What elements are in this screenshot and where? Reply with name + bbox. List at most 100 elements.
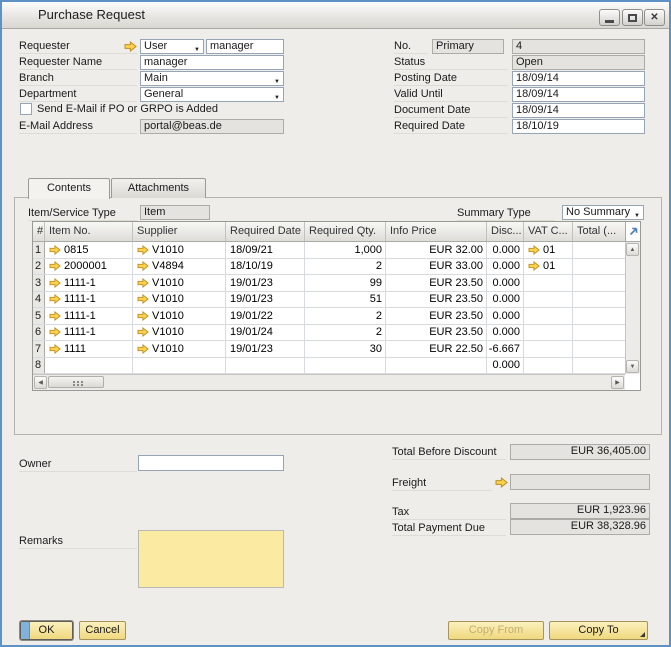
table-cell[interactable]: [573, 325, 625, 341]
title-bar[interactable]: Purchase Request ✕: [2, 2, 669, 29]
table-cell[interactable]: [573, 341, 625, 357]
column-header[interactable]: Item No.: [45, 222, 133, 241]
table-cell[interactable]: 1111: [45, 341, 133, 357]
column-header[interactable]: VAT C...: [524, 222, 573, 241]
table-cell[interactable]: [45, 358, 133, 374]
table-cell[interactable]: EUR 33.00: [386, 259, 487, 275]
column-header[interactable]: #: [33, 222, 45, 241]
table-cell[interactable]: [226, 358, 305, 374]
table-row[interactable]: 31111-1V101019/01/2399EUR 23.500.000: [33, 275, 625, 292]
requester-name-input[interactable]: manager: [140, 55, 284, 70]
table-cell[interactable]: 01: [524, 242, 573, 258]
table-cell[interactable]: 01: [524, 259, 573, 275]
table-cell[interactable]: -6.667: [487, 341, 524, 357]
table-row[interactable]: 10815V101018/09/211,000EUR 32.000.00001: [33, 242, 625, 259]
no-series-field[interactable]: Primary: [432, 39, 504, 54]
table-cell[interactable]: [386, 358, 487, 374]
table-cell[interactable]: 1111-1: [45, 292, 133, 308]
table-cell[interactable]: 19/01/23: [226, 341, 305, 357]
send-email-checkbox[interactable]: [20, 103, 32, 115]
table-cell[interactable]: V1010: [133, 341, 226, 357]
table-cell[interactable]: [524, 325, 573, 341]
remarks-textarea[interactable]: [138, 530, 284, 588]
table-cell[interactable]: EUR 23.50: [386, 308, 487, 324]
maximize-button[interactable]: [622, 9, 643, 26]
table-cell[interactable]: [573, 275, 625, 291]
table-cell[interactable]: 1111-1: [45, 308, 133, 324]
table-cell[interactable]: 2: [305, 259, 386, 275]
table-cell[interactable]: EUR 23.50: [386, 292, 487, 308]
table-cell[interactable]: V1010: [133, 308, 226, 324]
table-cell[interactable]: EUR 23.50: [386, 275, 487, 291]
table-cell[interactable]: 19/01/23: [226, 292, 305, 308]
table-cell[interactable]: 1,000: [305, 242, 386, 258]
scroll-down-button[interactable]: ▼: [626, 360, 639, 373]
table-cell[interactable]: EUR 22.50: [386, 341, 487, 357]
table-cell[interactable]: [573, 358, 625, 374]
table-cell[interactable]: 19/01/24: [226, 325, 305, 341]
table-cell[interactable]: 18/09/21: [226, 242, 305, 258]
table-cell[interactable]: 5: [33, 308, 45, 324]
column-header[interactable]: Total (...: [573, 222, 625, 241]
tab-contents[interactable]: Contents: [28, 178, 110, 199]
owner-input[interactable]: [138, 455, 284, 471]
table-cell[interactable]: [524, 308, 573, 324]
table-cell[interactable]: 30: [305, 341, 386, 357]
close-button[interactable]: ✕: [644, 9, 665, 26]
freight-field[interactable]: [510, 474, 650, 490]
table-cell[interactable]: 1: [33, 242, 45, 258]
table-cell[interactable]: [305, 358, 386, 374]
minimize-button[interactable]: [599, 9, 620, 26]
table-row[interactable]: 41111-1V101019/01/2351EUR 23.500.000: [33, 292, 625, 309]
column-header[interactable]: Supplier: [133, 222, 226, 241]
branch-dropdown[interactable]: Main▼: [140, 71, 284, 86]
table-cell[interactable]: [133, 358, 226, 374]
table-cell[interactable]: 19/01/23: [226, 275, 305, 291]
table-cell[interactable]: EUR 32.00: [386, 242, 487, 258]
horizontal-scrollbar[interactable]: ◀ ▶: [33, 374, 625, 390]
link-arrow-icon[interactable]: [495, 477, 508, 488]
required-date-input[interactable]: 18/10/19: [512, 119, 645, 134]
table-cell[interactable]: 0.000: [487, 259, 524, 275]
table-cell[interactable]: 2: [305, 308, 386, 324]
column-header[interactable]: Info Price: [386, 222, 487, 241]
table-cell[interactable]: 6: [33, 325, 45, 341]
table-row[interactable]: 22000001V489418/10/192EUR 33.000.00001: [33, 259, 625, 276]
requester-input[interactable]: manager: [206, 39, 284, 54]
table-cell[interactable]: 2000001: [45, 259, 133, 275]
table-cell[interactable]: V1010: [133, 275, 226, 291]
table-cell[interactable]: 2: [33, 259, 45, 275]
column-header[interactable]: Disc...: [487, 222, 524, 241]
table-cell[interactable]: [524, 292, 573, 308]
item-service-type-field[interactable]: Item: [140, 205, 210, 220]
ok-button[interactable]: OK: [20, 621, 73, 640]
table-cell[interactable]: 0.000: [487, 292, 524, 308]
table-row[interactable]: 80.000: [33, 358, 625, 375]
scroll-left-button[interactable]: ◀: [34, 376, 47, 389]
copy-to-button[interactable]: Copy To: [549, 621, 648, 640]
table-cell[interactable]: V1010: [133, 325, 226, 341]
table-cell[interactable]: [573, 242, 625, 258]
table-cell[interactable]: V1010: [133, 292, 226, 308]
table-cell[interactable]: 51: [305, 292, 386, 308]
table-row[interactable]: 51111-1V101019/01/222EUR 23.500.000: [33, 308, 625, 325]
table-cell[interactable]: [524, 275, 573, 291]
table-cell[interactable]: 19/01/22: [226, 308, 305, 324]
cancel-button[interactable]: Cancel: [79, 621, 126, 640]
table-cell[interactable]: 99: [305, 275, 386, 291]
scroll-up-button[interactable]: ▲: [626, 243, 639, 256]
table-cell[interactable]: 0.000: [487, 358, 524, 374]
table-row[interactable]: 61111-1V101019/01/242EUR 23.500.000: [33, 325, 625, 342]
vertical-scrollbar[interactable]: ▲ ▼: [625, 242, 640, 374]
table-cell[interactable]: 0.000: [487, 308, 524, 324]
column-header[interactable]: Required Date: [226, 222, 305, 241]
table-row[interactable]: 71111V101019/01/2330EUR 22.50-6.667: [33, 341, 625, 358]
valid-until-input[interactable]: 18/09/14: [512, 87, 645, 102]
scroll-right-button[interactable]: ▶: [611, 376, 624, 389]
table-cell[interactable]: 1111-1: [45, 275, 133, 291]
posting-date-input[interactable]: 18/09/14: [512, 71, 645, 86]
table-cell[interactable]: 2: [305, 325, 386, 341]
tab-attachments[interactable]: Attachments: [111, 178, 206, 198]
document-date-input[interactable]: 18/09/14: [512, 103, 645, 118]
table-cell[interactable]: 4: [33, 292, 45, 308]
